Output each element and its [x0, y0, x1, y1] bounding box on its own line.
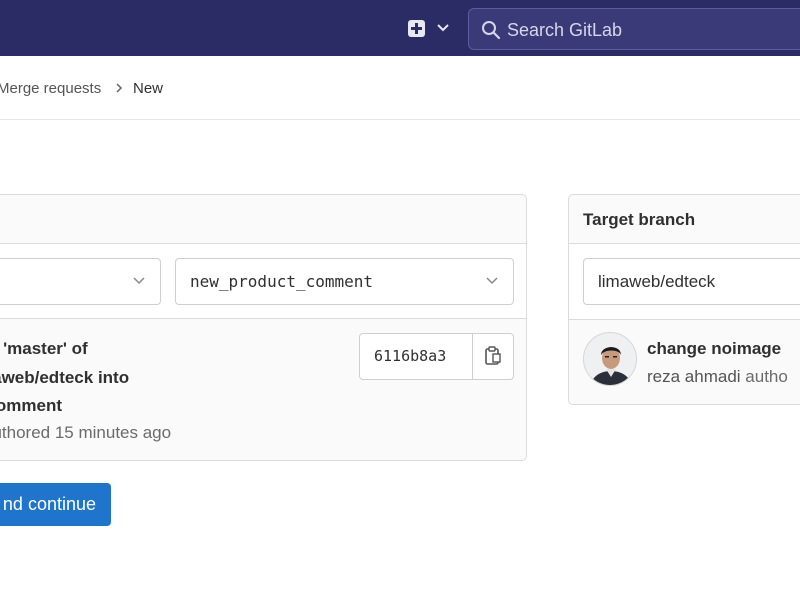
- commit-sha-group: 6116b8a3: [359, 333, 514, 380]
- target-commit-title[interactable]: change noimage: [647, 339, 781, 359]
- avatar: [583, 332, 637, 386]
- commit-message[interactable]: n 'master' of maweb/edteck into _comment: [0, 335, 177, 421]
- copy-sha-button[interactable]: [473, 334, 514, 379]
- commit-message-line: n 'master' of: [0, 339, 88, 358]
- clipboard-icon: [485, 346, 501, 365]
- source-commit: n 'master' of maweb/edteck into _comment…: [0, 319, 526, 460]
- top-navbar: Search GitLab: [0, 0, 800, 56]
- target-card-header: Target branch: [569, 195, 800, 244]
- commit-message-line: maweb/edteck into: [0, 367, 130, 387]
- source-project-dropdown[interactable]: [0, 258, 161, 305]
- commit-author[interactable]: reza ahmadi: [647, 367, 741, 386]
- breadcrumb: Merge requests New: [0, 56, 800, 120]
- commit-meta: authored 15 minutes ago: [0, 423, 172, 442]
- source-selects: new_product_comment: [0, 244, 526, 319]
- source-branch-value: new_product_comment: [190, 272, 374, 291]
- chevron-down-icon[interactable]: [435, 21, 451, 35]
- breadcrumb-new: New: [133, 80, 164, 97]
- target-project-dropdown[interactable]: limaweb/edteck: [583, 258, 800, 305]
- plus-square-icon[interactable]: [408, 20, 425, 37]
- source-branch-dropdown[interactable]: new_product_comment: [175, 258, 514, 305]
- commit-meta-suffix: autho: [745, 367, 788, 386]
- chevron-down-icon: [486, 277, 498, 285]
- search-input[interactable]: Search GitLab: [468, 8, 800, 50]
- chevron-down-icon: [133, 277, 145, 285]
- chevron-right-icon: [116, 83, 123, 93]
- source-branch-card: new_product_comment n 'master' of maweb/…: [0, 194, 527, 461]
- target-branch-card: Target branch limaweb/edteck change noim…: [568, 194, 800, 405]
- target-project-value: limaweb/edteck: [598, 272, 716, 291]
- target-commit: change noimage reza ahmadi autho: [569, 320, 800, 404]
- compare-and-continue-button[interactable]: nd continue: [0, 483, 111, 526]
- target-commit-meta: reza ahmadi autho: [647, 367, 788, 387]
- breadcrumb-merge-requests[interactable]: Merge requests: [0, 80, 101, 97]
- target-selects: limaweb/edteck: [569, 244, 800, 320]
- commit-sha[interactable]: 6116b8a3: [374, 347, 446, 365]
- button-label: nd continue: [2, 494, 96, 514]
- target-branch-title: Target branch: [583, 210, 696, 229]
- commit-message-line: _comment: [0, 396, 63, 415]
- search-placeholder: Search GitLab: [507, 20, 623, 40]
- search-icon: [482, 21, 501, 40]
- source-card-header: [0, 195, 526, 244]
